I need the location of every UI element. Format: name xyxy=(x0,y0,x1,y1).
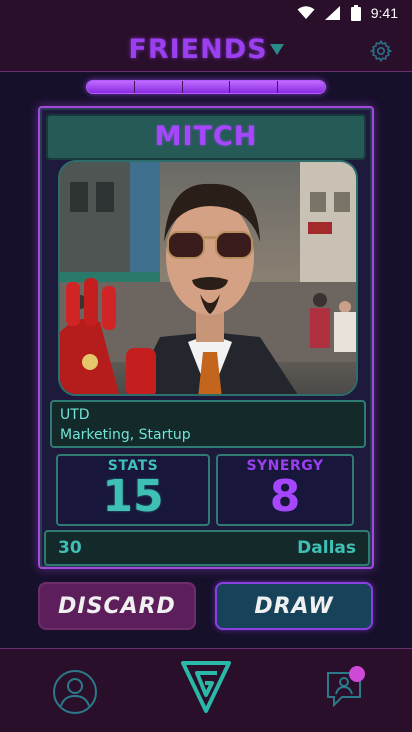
progress-segment xyxy=(278,81,325,93)
chevron-down-icon xyxy=(269,44,284,55)
wifi-icon xyxy=(297,6,315,19)
progress-segment xyxy=(230,81,279,93)
gear-icon[interactable] xyxy=(370,40,392,62)
card-info: UTD Marketing, Startup xyxy=(50,400,366,448)
profile-photo xyxy=(58,160,358,396)
card-school: UTD xyxy=(60,407,90,423)
clock: 9:41 xyxy=(370,5,398,21)
profile-photo-image xyxy=(60,162,356,394)
draw-button[interactable]: DRAW xyxy=(215,582,373,630)
card-age: 30 xyxy=(58,538,82,558)
card-name: MITCH xyxy=(46,114,366,160)
cellular-signal-icon xyxy=(324,6,340,20)
deck-progress-bar xyxy=(86,80,326,94)
battery-icon xyxy=(350,5,361,21)
notification-badge xyxy=(349,666,365,682)
discard-button[interactable]: DISCARD xyxy=(38,582,196,630)
app-header: FRIENDS xyxy=(0,26,412,72)
friend-card[interactable]: MITCH UTD Marketing, Startup STATS 15 SY… xyxy=(38,106,374,569)
profile-icon[interactable] xyxy=(52,669,98,715)
card-interests: Marketing, Startup xyxy=(60,427,191,443)
card-city: Dallas xyxy=(297,538,356,558)
page-title-dropdown[interactable]: FRIENDS xyxy=(0,34,412,65)
card-footer: 30 Dallas xyxy=(44,530,370,566)
synergy-value: 8 xyxy=(269,471,301,522)
bottom-nav xyxy=(0,648,412,732)
progress-segment xyxy=(134,81,183,93)
synergy-box: SYNERGY 8 xyxy=(216,454,354,526)
logo-icon[interactable] xyxy=(180,659,232,715)
progress-segment xyxy=(87,81,135,93)
stats-value: 15 xyxy=(102,471,164,522)
status-bar: 9:41 xyxy=(0,0,412,26)
stats-box: STATS 15 xyxy=(56,454,210,526)
progress-segment xyxy=(182,81,231,93)
page-title: FRIENDS xyxy=(128,34,268,65)
